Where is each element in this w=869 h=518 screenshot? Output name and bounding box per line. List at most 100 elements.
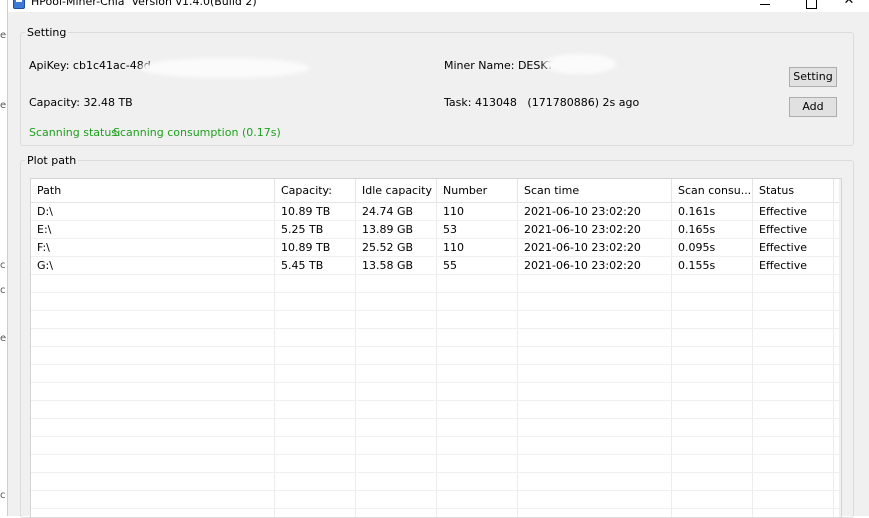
cell-idle-capacity (356, 419, 437, 436)
cell-capacity (275, 437, 356, 454)
cell-scan-consumption (672, 365, 753, 382)
column-header-number[interactable]: Number (437, 179, 518, 202)
cell-path (31, 347, 275, 364)
cell-scan-consumption (672, 347, 753, 364)
cell-scan-time (518, 491, 672, 508)
cell-scan-time (518, 419, 672, 436)
cell-status: Effective (753, 239, 834, 256)
cell-scan-time (518, 383, 672, 400)
cell-scan-consumption: 0.161s (672, 203, 753, 220)
cell-status (753, 419, 834, 436)
window-title: HPool-Miner-Chia Version v1.4.0(Build 2) (31, 0, 257, 8)
table-row[interactable]: E:\ 5.25 TB 13.89 GB 53 2021-06-10 23:02:20 0… (31, 221, 841, 239)
maximize-icon (805, 0, 817, 9)
cell-path (31, 293, 275, 310)
cell-path (31, 455, 275, 472)
cell-scan-consumption (672, 401, 753, 418)
table-row[interactable]: F:\ 10.89 TB 25.52 GB 110 2021-06-10 23:02:2… (31, 239, 841, 257)
cell-scan-time (518, 401, 672, 418)
cell-idle-capacity (356, 437, 437, 454)
cell-scan-time: 2021-06-10 23:02:20 (518, 203, 672, 220)
cell-scan-consumption (672, 329, 753, 346)
cell-number: 110 (437, 203, 518, 220)
cell-capacity (275, 401, 356, 418)
plot-path-legend: Plot path (27, 154, 77, 167)
column-header-path[interactable]: Path (31, 179, 275, 202)
cell-capacity: 10.89 TB (275, 203, 356, 220)
table-row[interactable]: D:\ 10.89 TB 24.74 GB 110 2021-06-10 23:02:2… (31, 203, 841, 221)
cell-idle-capacity (356, 311, 437, 328)
empty-row (31, 275, 841, 293)
column-header-scan-time[interactable]: Scan time (518, 179, 672, 202)
close-icon: ✕ (843, 0, 855, 8)
cell-number (437, 311, 518, 328)
cell-capacity (275, 347, 356, 364)
capacity-label: Capacity: 32.48 TB (29, 96, 133, 109)
cell-status (753, 383, 834, 400)
cell-scan-time (518, 329, 672, 346)
empty-row (31, 365, 841, 383)
empty-row (31, 383, 841, 401)
cell-idle-capacity: 13.58 GB (356, 257, 437, 274)
cell-status (753, 455, 834, 472)
cell-path: E:\ (31, 221, 275, 238)
cell-scan-consumption (672, 473, 753, 490)
cell-number (437, 329, 518, 346)
cell-path (31, 311, 275, 328)
cell-scan-consumption (672, 275, 753, 292)
cell-capacity (275, 473, 356, 490)
cell-capacity (275, 491, 356, 508)
background-text: c (0, 285, 6, 296)
cell-idle-capacity: 25.52 GB (356, 239, 437, 256)
cell-capacity (275, 455, 356, 472)
cell-capacity (275, 383, 356, 400)
close-button[interactable]: ✕ (826, 0, 869, 12)
empty-row (31, 473, 841, 491)
cell-capacity: 5.25 TB (275, 221, 356, 238)
cell-capacity (275, 311, 356, 328)
cell-path (31, 491, 275, 508)
cell-number (437, 347, 518, 364)
empty-row (31, 419, 841, 437)
cell-path (31, 473, 275, 490)
cell-idle-capacity (356, 401, 437, 418)
app-window: HPool-Miner-Chia Version v1.4.0(Build 2)… (7, 0, 869, 518)
cell-scan-time (518, 275, 672, 292)
minimize-button[interactable] (742, 0, 788, 12)
cell-scan-time (518, 473, 672, 490)
add-button[interactable]: Add (789, 97, 837, 117)
cell-idle-capacity: 24.74 GB (356, 203, 437, 220)
cell-idle-capacity (356, 275, 437, 292)
vertical-scrollbar[interactable] (839, 179, 841, 517)
scan-status-value: Scanning consumption (0.17s) (113, 126, 281, 139)
column-header-scan-consumption[interactable]: Scan consu... (672, 179, 753, 202)
cell-status (753, 293, 834, 310)
cell-path (31, 401, 275, 418)
cell-number: 53 (437, 221, 518, 238)
cell-path (31, 437, 275, 454)
cell-idle-capacity (356, 491, 437, 508)
column-header-status[interactable]: Status (753, 179, 834, 202)
table-header: Path Capacity: Idle capacity Number Scan… (31, 179, 841, 203)
cell-idle-capacity (356, 293, 437, 310)
setting-button[interactable]: Setting (789, 67, 837, 87)
cell-number: 110 (437, 239, 518, 256)
redacted-miner-name (544, 54, 616, 74)
cell-scan-time (518, 437, 672, 454)
cell-scan-consumption (672, 311, 753, 328)
scan-status-label: Scanning status: (29, 126, 121, 139)
cell-capacity: 10.89 TB (275, 239, 356, 256)
cell-number (437, 365, 518, 382)
app-icon (13, 0, 25, 9)
cell-number (437, 401, 518, 418)
cell-status (753, 491, 834, 508)
cell-scan-time: 2021-06-10 23:02:20 (518, 257, 672, 274)
column-header-capacity[interactable]: Capacity: (275, 179, 356, 202)
cell-scan-time (518, 455, 672, 472)
title-bar[interactable]: HPool-Miner-Chia Version v1.4.0(Build 2)… (8, 0, 869, 12)
cell-status (753, 365, 834, 382)
cell-number (437, 455, 518, 472)
plot-path-table[interactable]: Path Capacity: Idle capacity Number Scan… (30, 178, 842, 517)
column-header-idle-capacity[interactable]: Idle capacity (356, 179, 437, 202)
table-row[interactable]: G:\ 5.45 TB 13.58 GB 55 2021-06-10 23:02:20 0… (31, 257, 841, 275)
